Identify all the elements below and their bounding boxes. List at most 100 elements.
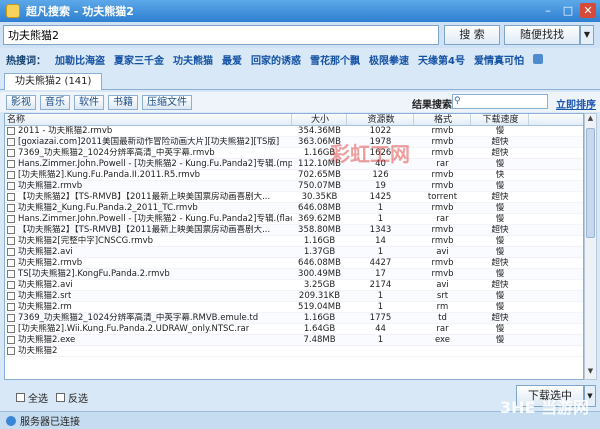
col-header-speed[interactable]: 下载速度 [471, 114, 529, 125]
row-speed-cell: 慢 [495, 291, 505, 301]
scroll-up-icon[interactable]: ▲ [585, 114, 596, 126]
row-checkbox[interactable] [7, 281, 15, 289]
row-checkbox[interactable] [7, 193, 15, 201]
table-row[interactable]: 功夫熊猫2.rmvb 750.07MB 19 rmvb 慢 [5, 181, 583, 192]
row-name-text: [goxiazai.com]2011美国最新动作冒险动画大片][功夫熊猫2][T… [18, 137, 280, 147]
filter-button[interactable]: 书籍 [108, 94, 138, 110]
row-checkbox[interactable] [7, 171, 15, 179]
col-header-size[interactable]: 大小 [292, 114, 347, 125]
table-row[interactable]: 功夫熊猫2_Kung.Fu.Panda.2_2011_TC.rmvb 646.08… [5, 203, 583, 214]
result-search-input[interactable] [452, 94, 548, 109]
table-row[interactable]: 【功夫熊猫2】【TS-RMVB】【2011最新上映美国票房动画喜剧大... 30.… [5, 192, 583, 203]
table-row[interactable]: 【功夫熊猫2】【TS-RMVB】【2011最新上映美国票房动画喜剧大... 358… [5, 225, 583, 236]
checkbox-icon[interactable] [16, 393, 25, 402]
invert-selection-checkbox[interactable]: 反选 [56, 390, 88, 405]
row-checkbox[interactable] [7, 160, 15, 168]
hot-keyword-link[interactable]: 天缘第4号 [418, 52, 465, 67]
table-row[interactable]: [功夫熊猫2].Wii.Kung.Fu.Panda.2.UDRAW_only.N… [5, 324, 583, 335]
row-name-cell: 2011 - 功夫熊猫2.rmvb [5, 126, 292, 136]
table-row[interactable]: [功夫熊猫2].Kung.Fu.Panda.II.2011.R5.rmvb 702… [5, 170, 583, 181]
table-row[interactable]: 7369_功夫熊猫2_1024分辨率高清_中英字幕.RMVB.emule.td 1… [5, 313, 583, 324]
row-speed-cell: 慢 [495, 214, 505, 224]
vertical-scrollbar[interactable]: ▲ ▼ [584, 113, 597, 380]
download-selected-button[interactable]: 下载选中 [516, 385, 584, 407]
table-row[interactable]: 7369_功夫熊猫2_1024分辨率高清_中英字幕.rmvb 1.16GB 1626… [5, 148, 583, 159]
table-row[interactable]: 功夫熊猫2 [5, 346, 583, 357]
row-checkbox[interactable] [7, 325, 15, 333]
row-name-cell: Hans.Zimmer.John.Powell - [功夫熊猫2 - Kung.… [5, 214, 292, 224]
row-speed-cell: 超快 [491, 225, 509, 235]
search-bar: 搜 索 随便找找 ▼ [0, 22, 600, 48]
row-checkbox[interactable] [7, 127, 15, 135]
filter-button[interactable]: 音乐 [40, 94, 70, 110]
hot-keyword-link[interactable]: 雪花那个飘 [310, 52, 360, 67]
random-search-button[interactable]: 随便找找 [504, 25, 580, 45]
select-all-checkbox[interactable]: 全选 [16, 390, 48, 405]
row-checkbox[interactable] [7, 347, 15, 355]
table-row[interactable]: [goxiazai.com]2011美国最新动作冒险动画大片][功夫熊猫2][T… [5, 137, 583, 148]
row-checkbox[interactable] [7, 215, 15, 223]
row-format-cell: rar [436, 324, 449, 334]
filter-button[interactable]: 压缩文件 [142, 94, 192, 110]
hot-keyword-link[interactable]: 夏家三千金 [114, 52, 164, 67]
minimize-icon[interactable]: – [540, 3, 556, 18]
hot-keyword-link[interactable]: 极限拳速 [369, 52, 409, 67]
tab-results[interactable]: 功夫熊猫2 (141) [4, 73, 103, 90]
hot-refresh-icon[interactable] [532, 54, 543, 64]
table-row[interactable]: 功夫熊猫2.avi 3.25GB 2174 avi 超快 [5, 280, 583, 291]
col-header-format[interactable]: 格式 [414, 114, 471, 125]
row-checkbox[interactable] [7, 270, 15, 278]
row-checkbox[interactable] [7, 182, 15, 190]
hot-keyword-link[interactable]: 功夫熊猫 [173, 52, 213, 67]
search-button[interactable]: 搜 索 [444, 25, 500, 45]
row-count-cell: 1343 [369, 225, 392, 235]
table-row[interactable]: 功夫熊猫2.rm 519.04MB 1 rm 慢 [5, 302, 583, 313]
hot-keyword-link[interactable]: 爱情真可怕 [474, 52, 524, 67]
title-bar: 超凡搜索 - 功夫熊猫2 – □ ✕ [0, 0, 600, 22]
row-checkbox[interactable] [7, 149, 15, 157]
col-header-count[interactable]: 资源数 [347, 114, 414, 125]
row-checkbox[interactable] [7, 226, 15, 234]
search-icon: ⚲ [454, 96, 461, 106]
row-checkbox[interactable] [7, 248, 15, 256]
checkbox-icon[interactable] [56, 393, 65, 402]
row-checkbox[interactable] [7, 259, 15, 267]
chevron-down-icon[interactable]: ▼ [580, 25, 594, 45]
close-icon[interactable]: ✕ [580, 3, 596, 18]
table-row[interactable]: Hans.Zimmer.John.Powell - [功夫熊猫2 - Kung.… [5, 159, 583, 170]
col-header-name[interactable]: 名称 [5, 114, 292, 125]
maximize-icon[interactable]: □ [560, 3, 576, 18]
row-checkbox[interactable] [7, 204, 15, 212]
table-row[interactable]: 功夫熊猫2.exe 7.48MB 1 exe 慢 [5, 335, 583, 346]
filter-button[interactable]: 影视 [6, 94, 36, 110]
hot-keyword-link[interactable]: 加勒比海盗 [55, 52, 105, 67]
chevron-down-icon[interactable]: ▼ [584, 385, 596, 407]
table-row[interactable]: TS[功夫熊猫2].KongFu.Panda.2.rmvb 300.49MB 17 r… [5, 269, 583, 280]
hot-keyword-link[interactable]: 最爱 [222, 52, 242, 67]
row-size-cell: 300.49MB [298, 269, 341, 279]
row-checkbox[interactable] [7, 336, 15, 344]
row-checkbox[interactable] [7, 303, 15, 311]
row-count-cell: 19 [375, 181, 386, 191]
table-row[interactable]: 功夫熊猫2.rmvb 646.08MB 4427 rmvb 超快 [5, 258, 583, 269]
row-checkbox[interactable] [7, 292, 15, 300]
table-row[interactable]: 功夫熊猫2.srt 209.31KB 1 srt 慢 [5, 291, 583, 302]
row-name-cell: 功夫熊猫2_Kung.Fu.Panda.2_2011_TC.rmvb [5, 203, 292, 213]
scroll-down-icon[interactable]: ▼ [585, 367, 596, 379]
table-row[interactable]: Hans.Zimmer.John.Powell - [功夫熊猫2 - Kung.… [5, 214, 583, 225]
table-row[interactable]: 功夫熊猫2[完整中字]CNSCG.rmvb 1.16GB 14 rmvb 慢 [5, 236, 583, 247]
row-checkbox[interactable] [7, 138, 15, 146]
table-row[interactable]: 2011 - 功夫熊猫2.rmvb 354.36MB 1022 rmvb 慢 [5, 126, 583, 137]
scroll-thumb[interactable] [586, 128, 595, 238]
row-checkbox[interactable] [7, 237, 15, 245]
table-header: 名称 大小 资源数 格式 下载速度 [5, 114, 583, 126]
sort-now-link[interactable]: 立即排序 [556, 96, 596, 111]
table-row[interactable]: 功夫熊猫2.avi 1.37GB 1 avi 慢 [5, 247, 583, 258]
hot-keyword-link[interactable]: 回家的诱惑 [251, 52, 301, 67]
row-count-cell [347, 346, 414, 356]
row-checkbox[interactable] [7, 314, 15, 322]
search-input[interactable] [3, 25, 439, 45]
filter-button[interactable]: 软件 [74, 94, 104, 110]
row-name-cell: 7369_功夫熊猫2_1024分辨率高清_中英字幕.RMVB.emule.td [5, 313, 292, 323]
row-name-text: 功夫熊猫2.srt [18, 291, 72, 301]
